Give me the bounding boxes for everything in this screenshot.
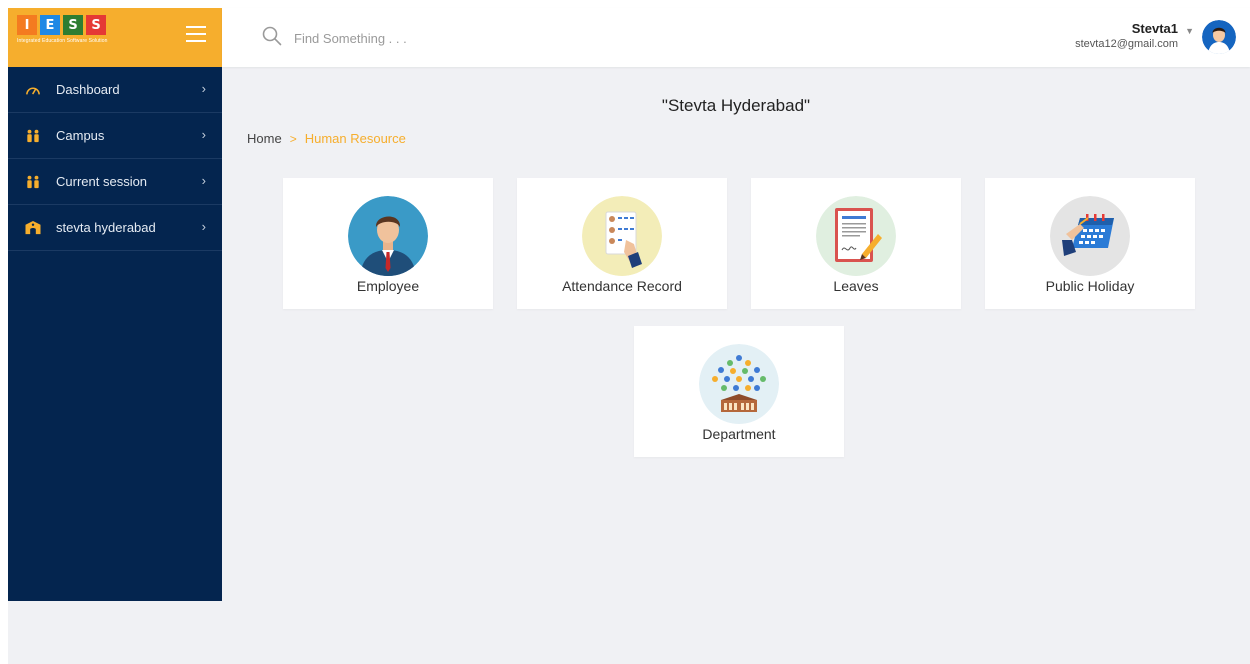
logo-letter-i: I: [17, 15, 37, 35]
sidebar-item-label: Dashboard: [56, 82, 120, 97]
page-title: "Stevta Hyderabad": [661, 96, 811, 115]
logo-letter-s: S: [63, 15, 83, 35]
card-leaves[interactable]: Leaves: [751, 178, 961, 309]
user-name: Stevta1: [1131, 21, 1178, 36]
card-label: Department: [702, 426, 776, 442]
card-label: Public Holiday: [1045, 278, 1135, 294]
breadcrumb: Home > Human Resource: [247, 131, 406, 146]
search-icon[interactable]: [262, 26, 282, 46]
breadcrumb-current: Human Resource: [304, 131, 406, 146]
chevron-right-icon: ›: [201, 81, 206, 96]
card-public-holiday[interactable]: Public Holiday: [985, 178, 1195, 309]
people-icon: [24, 174, 42, 190]
sidebar-item-label: stevta hyderabad: [56, 220, 156, 235]
logo-letter-s2: S: [86, 15, 106, 35]
top-header: Stevta1 stevta12@gmail.com ▼: [222, 8, 1250, 67]
leave-document-icon: [816, 196, 896, 276]
user-menu-caret-icon[interactable]: ▼: [1185, 26, 1194, 36]
user-email: stevta12@gmail.com: [1075, 38, 1178, 50]
user-info[interactable]: Stevta1 stevta12@gmail.com: [1075, 21, 1178, 50]
chevron-right-icon: ›: [201, 219, 206, 234]
sidebar-item-stevta-hyderabad[interactable]: stevta hyderabad ›: [8, 205, 222, 251]
brand-logo[interactable]: I E S S: [17, 15, 106, 35]
sidebar-item-label: Current session: [56, 174, 148, 189]
search-input[interactable]: [294, 27, 594, 49]
school-building-icon: [24, 220, 42, 236]
menu-toggle-icon[interactable]: [186, 26, 206, 42]
breadcrumb-separator: >: [289, 131, 297, 146]
department-icon: [699, 344, 779, 424]
card-department[interactable]: Department: [634, 326, 844, 457]
logo-block: I E S S Integrated Education Software So…: [8, 8, 222, 67]
sidebar-item-dashboard[interactable]: Dashboard ›: [8, 67, 222, 113]
sidebar: Dashboard › Campus › Current session › s…: [8, 67, 222, 601]
employee-icon: [348, 196, 428, 276]
card-label: Attendance Record: [562, 278, 682, 294]
brand-tagline: Integrated Education Software Solution: [17, 38, 108, 44]
people-icon: [24, 128, 42, 144]
avatar[interactable]: [1202, 20, 1236, 54]
card-label: Employee: [356, 278, 420, 294]
sidebar-item-campus[interactable]: Campus ›: [8, 113, 222, 159]
attendance-record-icon: [582, 196, 662, 276]
card-attendance-record[interactable]: Attendance Record: [517, 178, 727, 309]
app-frame: I E S S Integrated Education Software So…: [8, 8, 1250, 664]
gauge-icon: [24, 82, 42, 98]
card-employee[interactable]: Employee: [283, 178, 493, 309]
breadcrumb-home-link[interactable]: Home: [247, 131, 282, 146]
sidebar-item-label: Campus: [56, 128, 105, 143]
card-label: Leaves: [833, 278, 879, 294]
calendar-icon: [1050, 196, 1130, 276]
logo-letter-e: E: [40, 15, 60, 35]
sidebar-item-current-session[interactable]: Current session ›: [8, 159, 222, 205]
chevron-right-icon: ›: [201, 127, 206, 142]
chevron-right-icon: ›: [201, 173, 206, 188]
